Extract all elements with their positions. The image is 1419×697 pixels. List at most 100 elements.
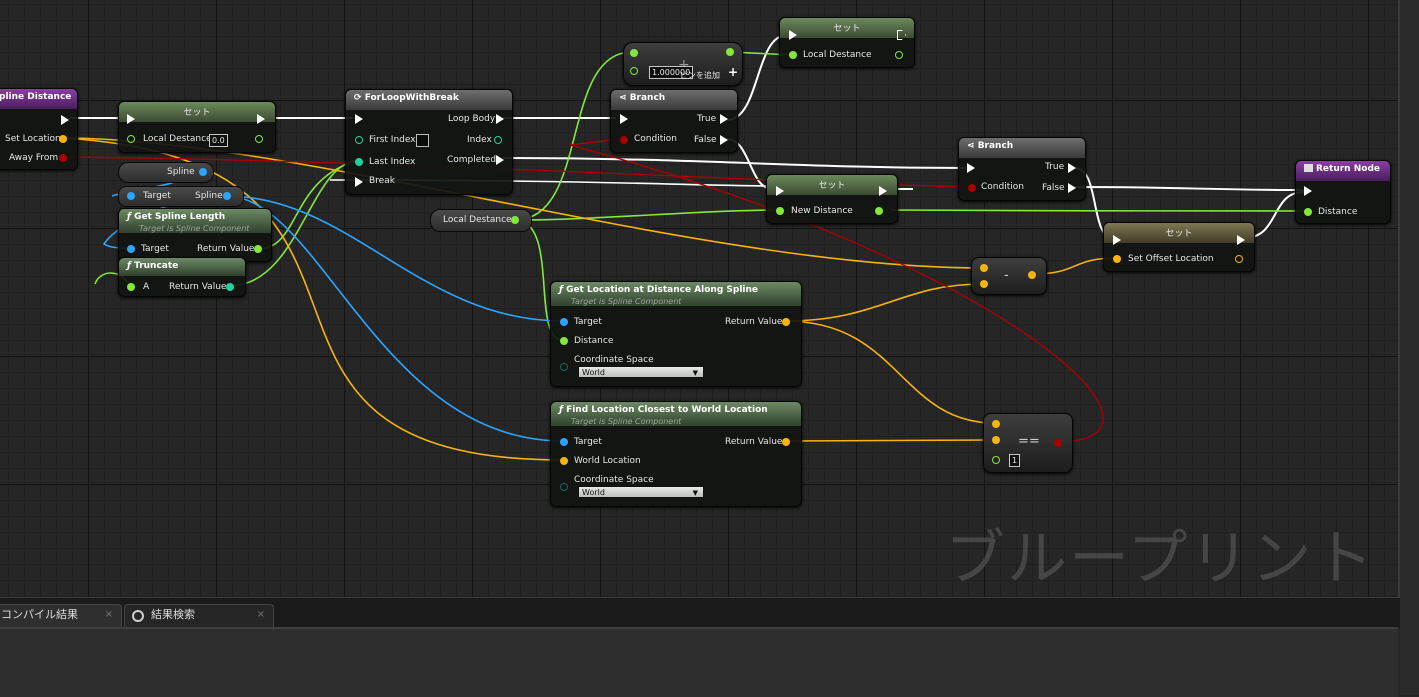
- target-label: Target: [574, 317, 602, 327]
- b-pin[interactable]: [630, 67, 638, 75]
- set-local-destance-node[interactable]: セット Local Destance 0.0: [118, 101, 276, 153]
- local-destance-out-pin[interactable]: [895, 51, 903, 59]
- exec-in-pin[interactable]: [967, 163, 975, 173]
- set-location-pin[interactable]: [59, 135, 67, 143]
- a-pin[interactable]: [127, 283, 135, 291]
- return-value-pin[interactable]: [726, 48, 734, 56]
- return-node[interactable]: Return Node Distance: [1295, 160, 1391, 224]
- target-pin[interactable]: [560, 438, 568, 446]
- tab-compile-results[interactable]: コンパイル結果 ×: [0, 604, 122, 627]
- exec-in-pin[interactable]: [1113, 235, 1121, 245]
- condition-pin[interactable]: [968, 184, 976, 192]
- tolerance-input[interactable]: 1: [1009, 454, 1021, 467]
- add-pin-icon[interactable]: +: [728, 65, 738, 79]
- target-pin[interactable]: [127, 245, 135, 253]
- loop-body-pin[interactable]: [496, 114, 504, 124]
- false-pin[interactable]: [1068, 183, 1076, 193]
- tolerance-pin[interactable]: [992, 456, 1000, 464]
- get-location-at-distance-node[interactable]: ƒ Get Location at Distance Along Spline T…: [550, 281, 802, 387]
- subtract-node[interactable]: -: [971, 257, 1047, 295]
- blueprint-graph[interactable]: pline Distance Set Location Away From セッ…: [0, 0, 1398, 597]
- return-value-pin[interactable]: [1028, 271, 1036, 279]
- get-spline-length-node[interactable]: ƒ Get Spline Length Target is Spline Comp…: [118, 208, 272, 262]
- return-value-pin[interactable]: [254, 245, 262, 253]
- spline-out-pin[interactable]: [223, 192, 231, 200]
- local-destance-pin[interactable]: [127, 135, 135, 143]
- index-label: Index: [467, 135, 492, 145]
- exec-in-pin[interactable]: [620, 114, 628, 124]
- node-subtitle: Target is Spline Component: [571, 417, 682, 426]
- target-spline-node[interactable]: Target Spline: [118, 186, 244, 207]
- index-pin[interactable]: [494, 136, 502, 144]
- return-value-pin[interactable]: [782, 318, 790, 326]
- spline-distance-node[interactable]: pline Distance Set Location Away From: [0, 88, 78, 170]
- a-pin[interactable]: [992, 420, 1000, 428]
- b-pin[interactable]: [992, 436, 1000, 444]
- first-index-input[interactable]: [416, 134, 429, 147]
- return-value-pin[interactable]: [226, 283, 234, 291]
- float-wire: [257, 160, 357, 250]
- spline-variable-node[interactable]: Spline: [118, 162, 214, 183]
- break-pin[interactable]: [355, 177, 363, 187]
- world-location-pin[interactable]: [560, 457, 568, 465]
- local-destance-variable-node[interactable]: Local Destance: [430, 209, 532, 232]
- true-pin[interactable]: [1068, 163, 1076, 173]
- truncate-node[interactable]: ƒ Truncate A Return Value: [118, 257, 246, 297]
- equals-node[interactable]: == 1: [983, 413, 1073, 473]
- target-pin[interactable]: [560, 318, 568, 326]
- exec-out-pin[interactable]: [1237, 235, 1245, 245]
- distance-pin[interactable]: [1304, 208, 1312, 216]
- new-distance-pin[interactable]: [776, 207, 784, 215]
- close-icon[interactable]: ×: [105, 605, 113, 625]
- local-destance-var-pin[interactable]: [511, 216, 519, 224]
- return-value-label: Return Value: [169, 282, 227, 292]
- a-pin[interactable]: [630, 49, 638, 57]
- close-icon[interactable]: ×: [257, 605, 265, 625]
- exec-in-pin[interactable]: [776, 186, 784, 196]
- set-offset-location-node[interactable]: セット Set Offset Location: [1103, 222, 1255, 272]
- exec-in-pin[interactable]: [355, 114, 363, 124]
- condition-pin[interactable]: [620, 136, 628, 144]
- branch-node-1[interactable]: ⋖ Branch True Condition False: [610, 89, 738, 153]
- true-pin[interactable]: [720, 114, 728, 124]
- exec-in-pin[interactable]: [789, 30, 797, 40]
- local-destance-value-input[interactable]: 0.0: [209, 134, 228, 147]
- a-pin[interactable]: [980, 264, 988, 272]
- exec-out-pin[interactable]: [879, 186, 887, 196]
- coordinate-space-pin[interactable]: [560, 483, 568, 491]
- set-location-label: Set Location: [5, 134, 61, 144]
- exec-out-pin[interactable]: [61, 115, 69, 125]
- away-from-pin[interactable]: [59, 154, 67, 162]
- return-value-pin[interactable]: [782, 438, 790, 446]
- branch-node-2[interactable]: ⋖ Branch True Condition False: [958, 137, 1086, 201]
- coordinate-space-dropdown[interactable]: World ▼: [578, 486, 704, 498]
- distance-pin[interactable]: [560, 337, 568, 345]
- find-location-closest-node[interactable]: ƒ Find Location Closest to World Locatio…: [550, 401, 802, 507]
- false-pin[interactable]: [720, 135, 728, 145]
- set-offset-location-out-pin[interactable]: [1235, 255, 1243, 263]
- add-float-node[interactable]: + 1.000000 ピンを追加 +: [623, 42, 743, 86]
- local-destance-pin[interactable]: [789, 51, 797, 59]
- completed-pin[interactable]: [496, 155, 504, 165]
- exec-out-pin[interactable]: [257, 114, 265, 124]
- set-new-distance-node[interactable]: セット New Distance: [766, 174, 898, 224]
- b-pin[interactable]: [980, 280, 988, 288]
- spline-var-pin[interactable]: [199, 168, 207, 176]
- for-loop-with-break-node[interactable]: ⟳ ForLoopWithBreak Loop Body First Index…: [345, 89, 513, 195]
- last-index-pin[interactable]: [355, 158, 363, 166]
- tab-find-results[interactable]: 結果検索 ×: [124, 604, 274, 627]
- coordinate-space-dropdown[interactable]: World ▼: [578, 366, 704, 378]
- exec-in-pin[interactable]: [1304, 186, 1312, 196]
- first-index-pin[interactable]: [355, 136, 363, 144]
- exec-in-pin[interactable]: [127, 114, 135, 124]
- add-pin-button[interactable]: ピンを追加: [680, 70, 720, 81]
- coordinate-space-pin[interactable]: [560, 363, 568, 371]
- target-pin[interactable]: [127, 192, 135, 200]
- set-local-destance-top-node[interactable]: セット Local Destance: [779, 17, 915, 68]
- return-value-pin[interactable]: [1054, 439, 1062, 447]
- set-offset-location-pin[interactable]: [1113, 255, 1121, 263]
- node-title: Return Node: [1304, 164, 1380, 174]
- new-distance-out-pin[interactable]: [875, 207, 883, 215]
- local-destance-out-pin[interactable]: [255, 135, 263, 143]
- chevron-down-icon: ▼: [692, 369, 698, 377]
